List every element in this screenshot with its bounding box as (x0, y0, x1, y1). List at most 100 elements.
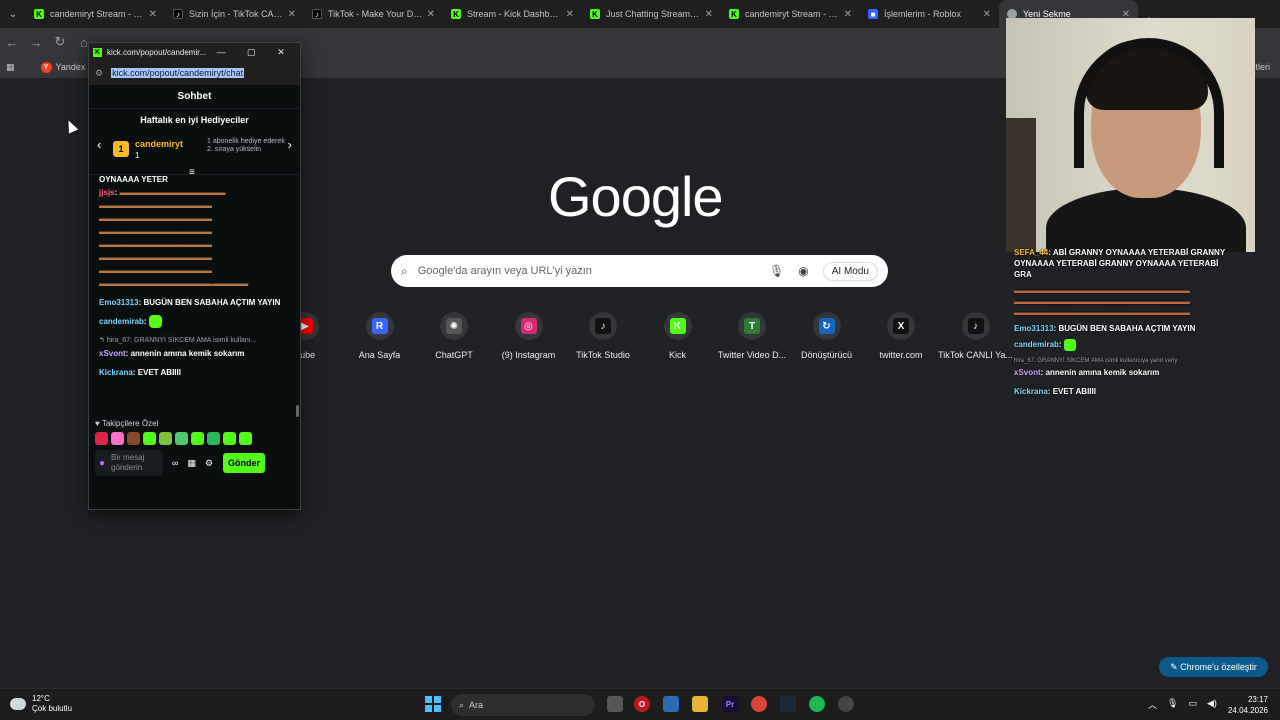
emote-icon[interactable] (111, 432, 124, 445)
emote-icon[interactable] (175, 432, 188, 445)
emote-picker-icon[interactable]: ∞ (172, 458, 178, 468)
customize-chrome-button[interactable]: ✎ Chrome'u özelleştir (1159, 657, 1268, 677)
emote-icon[interactable] (95, 432, 108, 445)
kick-icon: K (590, 9, 600, 19)
emote-grid: ▬▬▬▬▬▬▬▬▬▬▬▬▬▬▬ ▬▬▬▬▬▬▬▬▬▬▬▬▬▬▬▬ ▬▬▬▬▬▬▬… (99, 188, 248, 288)
tab-0[interactable]: Kcandemiryt Stream - Watc ✕ (26, 0, 165, 28)
steam-icon[interactable] (780, 696, 796, 712)
chat-scrollbar[interactable] (296, 405, 299, 417)
tab-title: candemiryt Stream - Watc (50, 9, 145, 19)
emote-icon[interactable] (143, 432, 156, 445)
gifters-prev-icon[interactable]: ‹ (97, 137, 101, 152)
reload-icon[interactable]: ↻ (48, 34, 72, 50)
tab-6[interactable]: ■ İşlemlerim - Roblox ✕ (860, 0, 999, 28)
tab-2[interactable]: ♪ TikTok - Make Your Day ✕ (304, 0, 443, 28)
chat-user[interactable]: jjsjs (99, 188, 115, 197)
minimize-icon[interactable]: — (206, 47, 236, 57)
search-box[interactable]: ⌕ Google'da arayın veya URL'yi yazın 🎙 ◉… (391, 255, 888, 287)
emote-icon (148, 315, 162, 329)
spotify-icon[interactable] (809, 696, 825, 712)
overlay-message: candemirab: (1014, 339, 1228, 351)
maximize-icon[interactable]: ▢ (236, 47, 266, 58)
settings-icon[interactable]: ⚙ (205, 458, 213, 469)
emote-icon[interactable] (239, 432, 252, 445)
file-explorer-icon[interactable] (692, 696, 708, 712)
emote-icon[interactable] (191, 432, 204, 445)
clock[interactable]: 23:17 24.04.2026 (1222, 694, 1268, 716)
tab-close-icon[interactable]: ✕ (705, 9, 713, 20)
photos-icon[interactable] (663, 696, 679, 712)
tab-5[interactable]: Kcandemiryt Stream - Watc ✕ (721, 0, 860, 28)
popup-titlebar: K kick.com/popout/candemir... — ▢ ✕ (89, 43, 300, 61)
chat-user[interactable]: xSvont (99, 349, 126, 358)
taskbar-search[interactable]: ⌕ Ara (451, 694, 595, 716)
app-icon[interactable] (838, 696, 854, 712)
emote-icon[interactable] (159, 432, 172, 445)
chat-input[interactable]: ● Bir mesaj gönderin (95, 450, 163, 476)
chevron-up-icon[interactable]: ︿ (1148, 698, 1157, 711)
emote-icon[interactable] (207, 432, 220, 445)
popup-url[interactable]: kick.com/popout/candemiryt/chat (111, 68, 245, 78)
shortcut-9[interactable]: ♪ TikTok CANLI Ya... (936, 312, 1016, 360)
lens-icon[interactable]: ◉ (798, 264, 808, 278)
task-view-icon[interactable] (607, 696, 623, 712)
tab-close-icon[interactable]: ✕ (983, 9, 991, 20)
tab-4[interactable]: K Just Chatting Streaming - ✕ (582, 0, 721, 28)
gifters-next-icon[interactable]: › (288, 137, 292, 152)
close-icon[interactable]: ✕ (266, 47, 296, 58)
shortcut-7[interactable]: ↻ Dönüştürücü (787, 312, 867, 360)
mic-icon[interactable]: ● (99, 458, 105, 469)
emote-icon[interactable] (127, 432, 140, 445)
tiktok-icon: ♪ (312, 9, 322, 19)
premiere-icon[interactable]: Pr (722, 696, 738, 712)
mic-icon[interactable]: 🎙 (1167, 698, 1178, 711)
kick-icon: K (93, 47, 102, 57)
start-button[interactable] (425, 696, 441, 712)
shortcut-icon: K (669, 318, 686, 334)
send-button[interactable]: Gönder (223, 453, 266, 473)
shortcut-icon: T (744, 318, 760, 334)
back-icon[interactable]: ← (0, 35, 24, 50)
tab-close-icon[interactable]: ✕ (427, 9, 435, 20)
tab-1[interactable]: ♪ Sizin İçin - TikTok CANLI ✕ (165, 0, 304, 28)
emote-icon[interactable] (223, 432, 236, 445)
overlay-text: EVET ABIIII (1052, 387, 1096, 396)
tab-search-icon[interactable]: ⌄ (0, 0, 26, 28)
shortcut-4[interactable]: ♪ TikTok Studio (563, 312, 643, 360)
chat-text: BUGÜN BEN SABAHA AÇTIM YAYIN (143, 298, 281, 307)
tab-3[interactable]: K Stream - Kick Dashboard ✕ (443, 0, 582, 28)
tab-close-icon[interactable]: ✕ (566, 9, 574, 20)
chat-user[interactable]: Kickrana (99, 368, 133, 377)
tab-close-icon[interactable]: ✕ (844, 9, 852, 20)
gifter-name[interactable]: candemiryt (135, 139, 183, 149)
chat-user[interactable]: Emo31313 (99, 298, 139, 307)
voice-search-icon[interactable]: 🎙 (769, 264, 784, 278)
weather-widget[interactable]: 12°C Çok bulutlu (10, 694, 72, 714)
volume-icon[interactable]: ◀) (1207, 698, 1217, 711)
shortcut-6[interactable]: T Twitter Video D... (712, 312, 792, 360)
opera-icon[interactable]: O (634, 696, 650, 712)
chat-user[interactable]: candemirab (99, 317, 144, 326)
search-input[interactable]: Google'da arayın veya URL'yi yazın (418, 265, 769, 277)
chrome-icon[interactable] (751, 696, 767, 712)
tabs: Kcandemiryt Stream - Watc ✕ ♪ Sizin İçin - … (26, 0, 1138, 28)
shortcut-5[interactable]: K Kick (638, 312, 718, 360)
shortcut-8[interactable]: Xtwitter.com (861, 312, 941, 360)
shortcut-1[interactable]: R Ana Sayfa (340, 312, 420, 360)
forward-icon[interactable]: → (24, 35, 48, 50)
tab-close-icon[interactable]: ✕ (149, 9, 157, 20)
apps-icon[interactable]: ▦ (6, 62, 15, 73)
network-icon[interactable]: ▭ (1188, 698, 1197, 711)
yandex-icon: Y (40, 61, 52, 73)
tab-close-icon[interactable]: ✕ (288, 9, 296, 20)
clock-time: 23:17 (1247, 695, 1268, 704)
site-info-icon[interactable]: ⚙ (95, 68, 103, 79)
ai-mode-button[interactable]: AI Modu (822, 261, 878, 281)
shortcut-3[interactable]: ◎ (9) Instagram (489, 312, 569, 360)
bookmark-yandex[interactable]: Yandex (56, 62, 86, 72)
store-icon[interactable]: ▦ (187, 458, 196, 469)
tiktok-icon: ♪ (173, 9, 183, 19)
shortcut-icon: X (893, 318, 909, 334)
shortcut-2[interactable]: ✺ ChatGPT (414, 312, 494, 360)
chat-message: Emo31313: BUGÜN BEN SABAHA AÇTIM YAYIN (99, 298, 281, 307)
